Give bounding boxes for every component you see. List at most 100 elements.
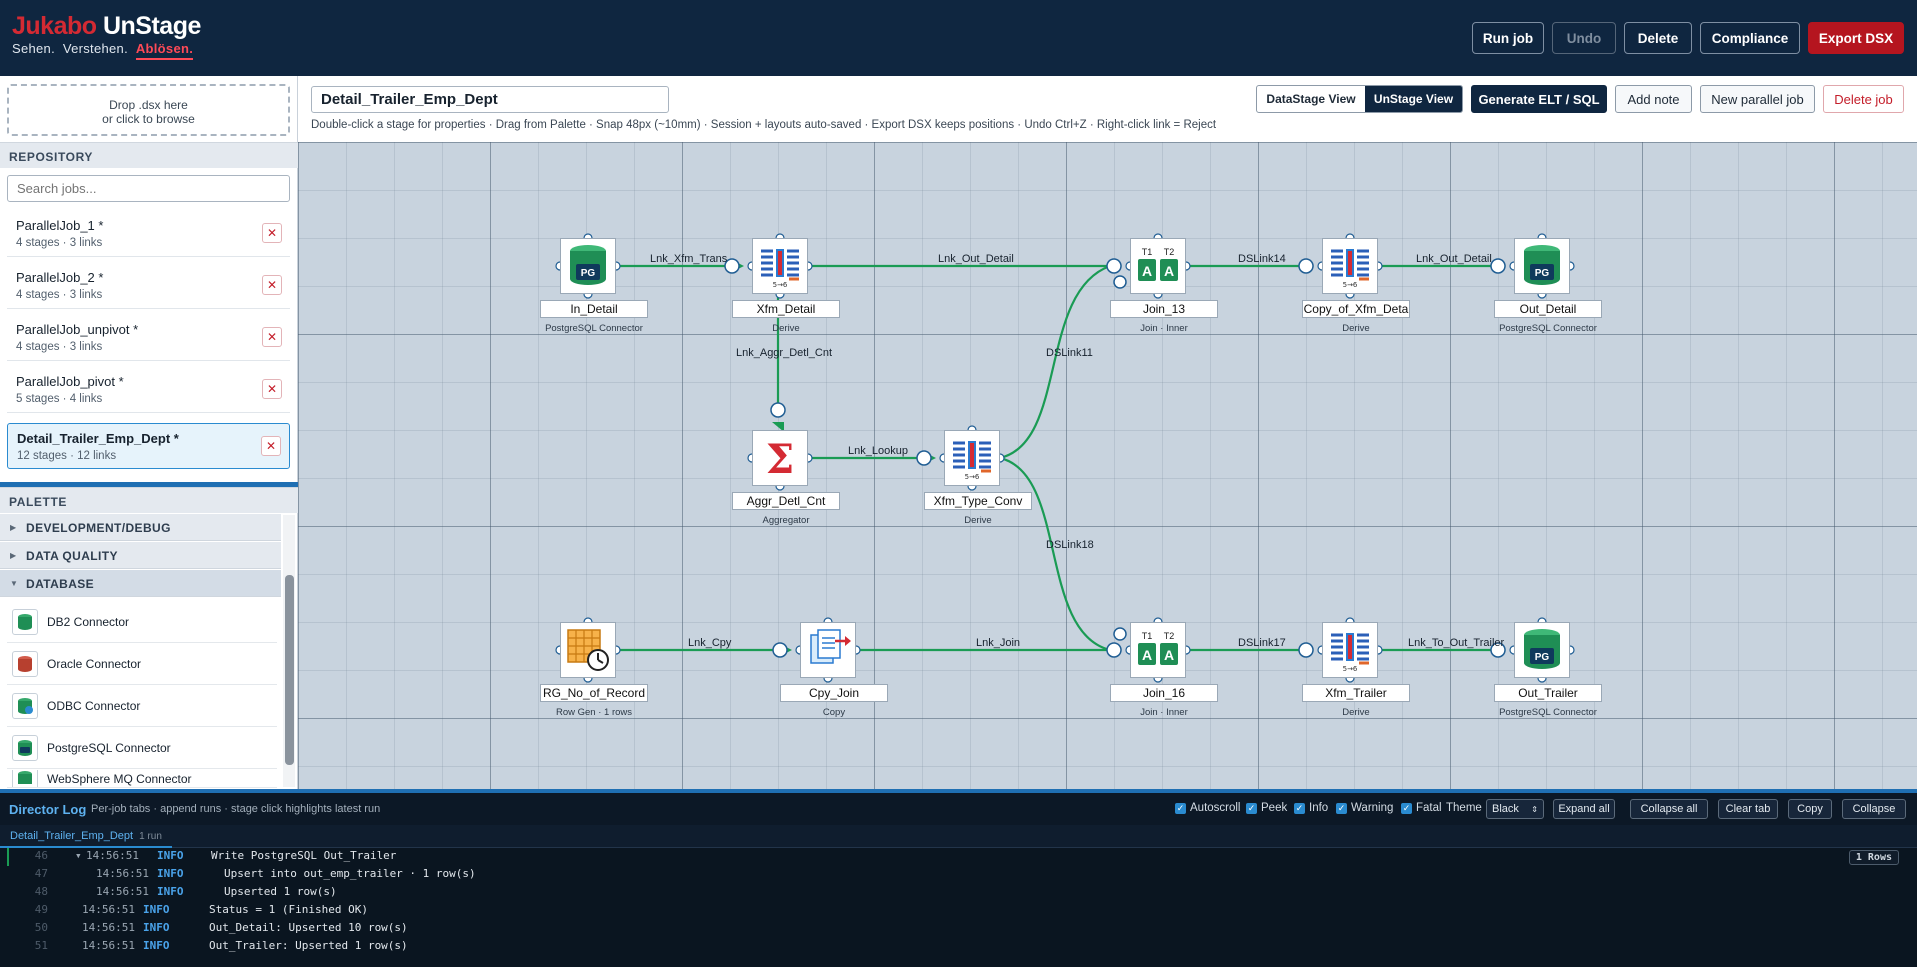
stage-aggr-detl-cnt[interactable]: Σ Aggr_Detl_Cnt Aggregator [732, 430, 840, 526]
delete-job-icon[interactable]: ✕ [262, 327, 282, 347]
stage-join-13[interactable]: T1 T2 A A Join_13 Join · Inner [1110, 238, 1218, 334]
view-toggle[interactable]: DataStage View UnStage View [1256, 85, 1463, 113]
palette-category[interactable]: ▶ DEVELOPMENT/DEBUG [0, 514, 281, 541]
log-tab-active[interactable]: Detail_Trailer_Emp_Dept 1 run [0, 825, 172, 848]
line-number: 48 [34, 885, 48, 898]
delete-job-button[interactable]: Delete job [1823, 85, 1904, 113]
palette-category[interactable]: ▶ DATA QUALITY [0, 542, 281, 569]
odbc-icon [12, 693, 38, 719]
job-item[interactable]: ParallelJob_2 * 4 stages · 3 links ✕ [7, 263, 290, 309]
stage-out-trailer[interactable]: PG Out_Trailer PostgreSQL Connector [1494, 622, 1602, 718]
log-message: Upserted 1 row(s) [224, 885, 337, 898]
expand-all-button[interactable]: Expand all [1553, 799, 1615, 819]
palette-item[interactable]: Oracle Connector [7, 644, 277, 685]
delete-job-icon[interactable]: ✕ [262, 379, 282, 399]
link-label[interactable]: Lnk_Xfm_Trans [650, 253, 727, 265]
copy-button[interactable]: Copy [1788, 799, 1832, 819]
fatal-checkbox[interactable]: ✓ Fatal [1401, 802, 1442, 814]
compliance-button[interactable]: Compliance [1700, 22, 1800, 54]
link-label[interactable]: Lnk_To_Out_Trailer [1408, 637, 1504, 649]
stage-name: Cpy_Join [780, 684, 888, 702]
job-name-input[interactable] [311, 86, 669, 113]
canvas-hint: Double-click a stage for properties · Dr… [311, 119, 1217, 131]
link-label[interactable]: DSLink14 [1238, 253, 1286, 265]
info-checkbox[interactable]: ✓ Info [1294, 802, 1328, 814]
log-level: INFO [143, 903, 170, 916]
clear-tab-button[interactable]: Clear tab [1718, 799, 1778, 819]
delete-job-icon[interactable]: ✕ [262, 275, 282, 295]
link-label[interactable]: DSLink17 [1238, 637, 1286, 649]
generate-elt-button[interactable]: Generate ELT / SQL [1471, 85, 1607, 113]
palette-item-label: PostgreSQL Connector [47, 741, 171, 755]
dsx-dropzone[interactable]: Drop .dsx here or click to browse [7, 84, 290, 136]
tagline-part: Verstehen. [62, 41, 128, 56]
run-job-button[interactable]: Run job [1472, 22, 1544, 54]
link-label[interactable]: Lnk_Out_Detail [938, 253, 1014, 265]
collapse-all-button[interactable]: Collapse all [1630, 799, 1708, 819]
caret-down-icon[interactable]: ▾ [75, 849, 82, 862]
link-label[interactable]: Lnk_Join [976, 637, 1020, 649]
stage-out-detail[interactable]: PG Out_Detail PostgreSQL Connector [1494, 238, 1602, 334]
undo-button[interactable]: Undo [1552, 22, 1616, 54]
job-item[interactable]: ParallelJob_pivot * 5 stages · 4 links ✕ [7, 367, 290, 413]
link-label[interactable]: Lnk_Lookup [848, 445, 908, 457]
link-label[interactable]: DSLink18 [1046, 539, 1094, 551]
transformer-icon: 5→6 [1322, 238, 1378, 294]
job-item[interactable]: ParallelJob_unpivot * 4 stages · 3 links… [7, 315, 290, 361]
autoscroll-checkbox[interactable]: ✓ Autoscroll [1175, 802, 1241, 814]
add-note-button[interactable]: Add note [1615, 85, 1692, 113]
dropzone-label: Drop .dsx here [109, 98, 188, 112]
palette-scroll-thumb[interactable] [285, 575, 294, 765]
svg-text:T2: T2 [1164, 247, 1175, 257]
stage-copy-of-xfm-detail[interactable]: 5→6 Copy_of_Xfm_Deta Derive [1302, 238, 1410, 334]
unstage-view-tab[interactable]: UnStage View [1365, 86, 1462, 112]
job-canvas[interactable]: Lnk_Xfm_Trans Lnk_Out_Detail DSLink14 Ln… [298, 142, 1917, 789]
log-output[interactable]: 1 Rows 46 ▾ 14:56:51 INFO Write PostgreS… [0, 848, 1917, 967]
stage-join-16[interactable]: T1 T2 A A Join_16 Join · Inner [1110, 622, 1218, 718]
stage-name: Xfm_Type_Conv [924, 492, 1032, 510]
stage-xfm-trailer[interactable]: 5→6 Xfm_Trailer Derive [1302, 622, 1410, 718]
palette-item[interactable]: DB2 Connector [7, 602, 277, 643]
job-search-input[interactable] [7, 175, 290, 202]
peek-checkbox[interactable]: ✓ Peek [1246, 802, 1287, 814]
stage-rg-no-of-record[interactable]: RG_No_of_Record Row Gen · 1 rows [540, 622, 648, 718]
delete-button[interactable]: Delete [1624, 22, 1692, 54]
checkbox-label: Peek [1261, 802, 1288, 814]
palette-category-open[interactable]: ▼ DATABASE [0, 570, 281, 597]
repository-heading: REPOSITORY [0, 142, 298, 168]
new-parallel-job-button[interactable]: New parallel job [1700, 85, 1815, 113]
log-message: Upsert into out_emp_trailer · 1 row(s) [224, 867, 476, 880]
collapse-log-button[interactable]: Collapse [1842, 799, 1906, 819]
link-label[interactable]: Lnk_Out_Detail [1416, 253, 1492, 265]
export-dsx-button[interactable]: Export DSX [1808, 22, 1904, 54]
link-label[interactable]: DSLink11 [1046, 347, 1093, 359]
log-level: INFO [143, 939, 170, 952]
stage-in-detail[interactable]: PG In_Detail PostgreSQL Connector [540, 238, 648, 334]
palette-item[interactable]: ODBC Connector [7, 686, 277, 727]
stage-cpy-join[interactable]: Cpy_Join Copy [780, 622, 888, 718]
job-item[interactable]: ParallelJob_1 * 4 stages · 3 links ✕ [7, 211, 290, 257]
stage-name: Xfm_Detail [732, 300, 840, 318]
log-level: INFO [157, 849, 184, 862]
delete-job-icon[interactable]: ✕ [262, 223, 282, 243]
palette-item[interactable]: PostgreSQL Connector [7, 728, 277, 769]
stage-xfm-type-conv[interactable]: 5→6 Xfm_Type_Conv Derive [924, 430, 1032, 526]
dropzone-sublabel: or click to browse [102, 112, 195, 126]
log-row: 47 14:56:51 INFO Upsert into out_emp_tra… [0, 867, 1917, 885]
line-number: 50 [34, 921, 48, 934]
datastage-view-tab[interactable]: DataStage View [1257, 86, 1365, 112]
link-label[interactable]: Lnk_Cpy [688, 637, 731, 649]
warning-checkbox[interactable]: ✓ Warning [1336, 802, 1393, 814]
theme-select[interactable]: Black ⇕ [1486, 799, 1544, 819]
job-item-active[interactable]: Detail_Trailer_Emp_Dept * 12 stages · 12… [7, 423, 290, 469]
delete-job-icon[interactable]: ✕ [261, 436, 281, 456]
line-number: 51 [34, 939, 48, 952]
log-message: Write PostgreSQL Out_Trailer [211, 849, 397, 862]
palette-item[interactable]: WebSphere MQ Connector [7, 770, 277, 788]
brand-name-white: UnStage [102, 12, 201, 40]
stage-xfm-detail[interactable]: 5→6 Xfm_Detail Derive [732, 238, 840, 334]
link-label[interactable]: Lnk_Aggr_Detl_Cnt [736, 347, 832, 359]
log-timestamp: 14:56:51 [86, 849, 139, 862]
stage-type: PostgreSQL Connector [1499, 707, 1597, 718]
app-logo: Jukabo UnStage Sehen. Verstehen. Ablösen… [12, 12, 201, 60]
